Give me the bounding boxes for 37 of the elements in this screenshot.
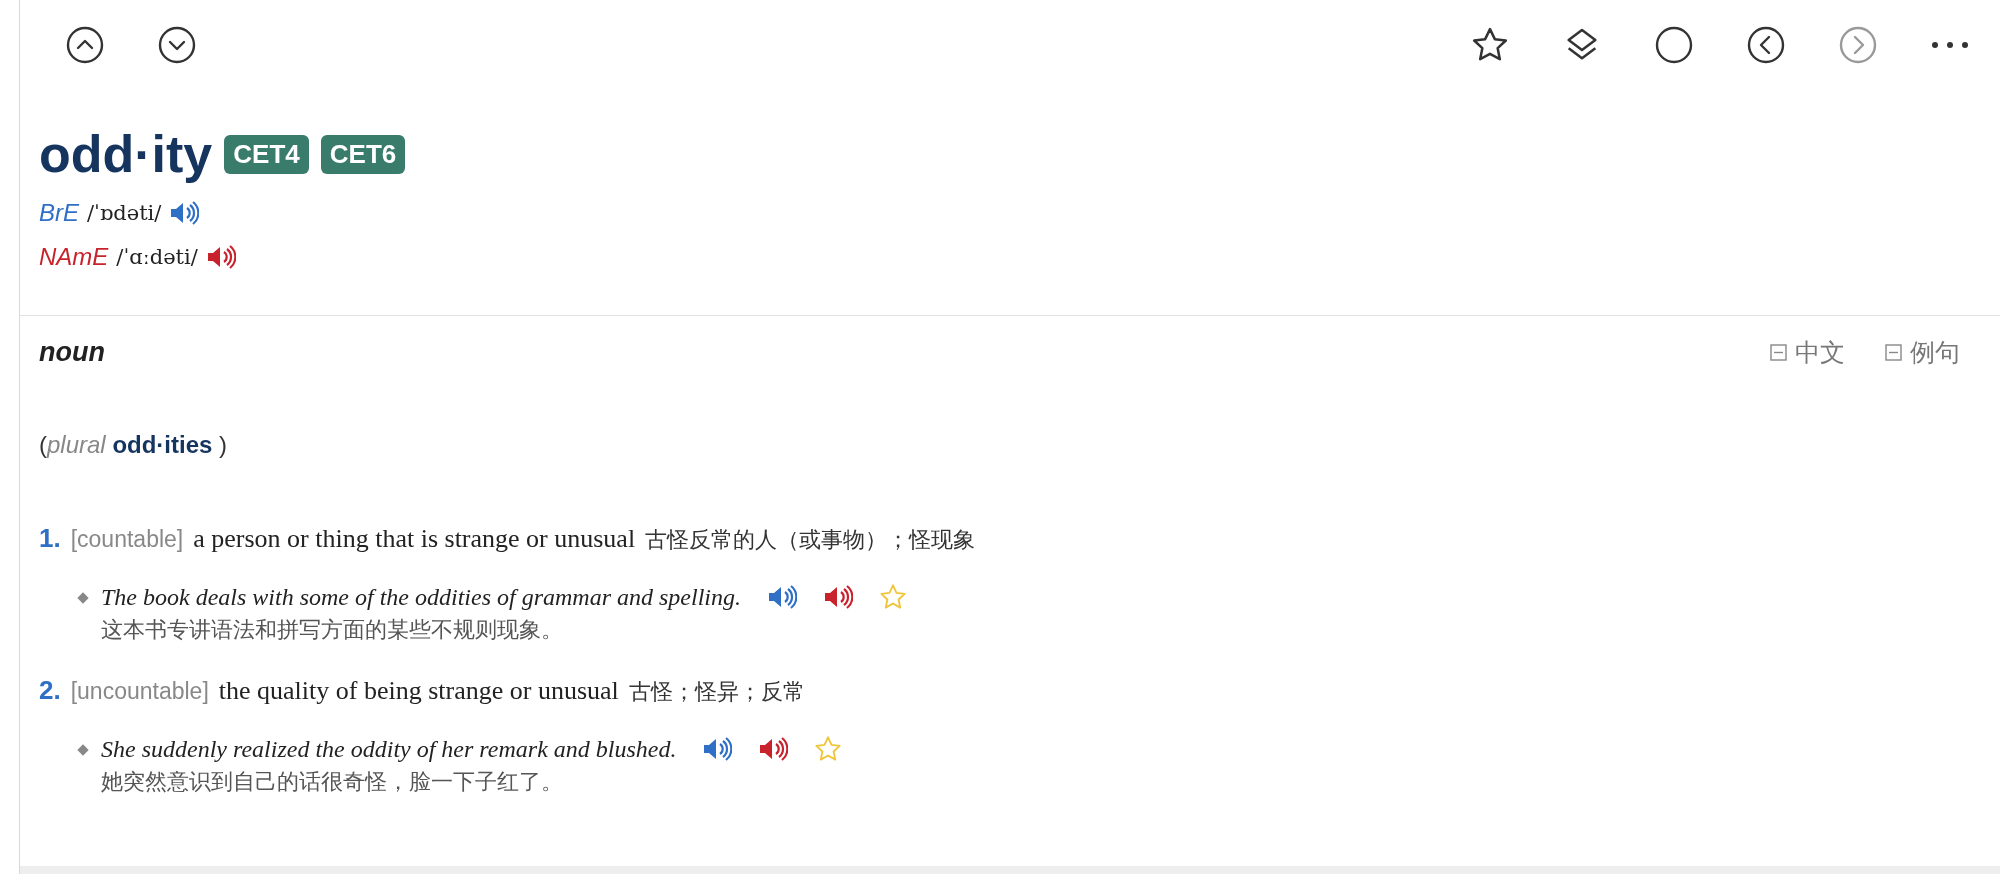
example-sentence: The book deals with some of the oddities of grammar and spelling. xyxy=(101,583,741,611)
phonetic-text: /ˈɑːdəti/ xyxy=(116,245,198,270)
definition-translation: 古怪；怪异；反常 xyxy=(628,678,805,707)
accent-label: NAmE xyxy=(39,243,109,272)
headword: odd·ity xyxy=(39,126,213,184)
definition-text: the quality of being strange or unusual xyxy=(218,676,619,707)
definition-text: a person or thing that is strange or unusual xyxy=(193,524,636,555)
example-sentence: She suddenly realized the oddity of her remark and blushed. xyxy=(101,735,677,763)
previous-entry-button[interactable] xyxy=(65,25,105,65)
back-button[interactable] xyxy=(1746,25,1786,65)
sense-number: 1. xyxy=(39,523,61,555)
star-icon[interactable] xyxy=(879,583,907,612)
bullet-icon xyxy=(77,592,89,604)
grammar-label: [uncountable] xyxy=(70,678,209,706)
level-tag: CET6 xyxy=(320,135,406,175)
speaker-icon[interactable] xyxy=(702,736,733,763)
definition-translation: 古怪反常的人（或事物）；怪现象 xyxy=(645,526,976,555)
speaker-icon[interactable] xyxy=(205,244,236,271)
phonetic-text: /ˈɒdəti/ xyxy=(87,201,162,226)
section-toggle[interactable]: 例句 xyxy=(1885,336,1960,370)
next-entry-button[interactable] xyxy=(157,25,197,65)
plural-form: (plural odd·ities ) xyxy=(39,431,229,460)
grammar-label: [countable] xyxy=(70,526,184,554)
star-icon[interactable] xyxy=(814,735,843,764)
accent-label: BrE xyxy=(39,199,79,228)
bullet-icon xyxy=(77,744,89,756)
part-of-speech: noun xyxy=(39,337,105,369)
level-tag: CET4 xyxy=(224,135,309,175)
speaker-icon[interactable] xyxy=(767,584,797,611)
speaker-icon[interactable] xyxy=(169,200,200,227)
example-translation: 这本书专讲语法和拼写方面的某些不规则现象。 xyxy=(101,616,564,645)
circle-icon[interactable] xyxy=(1654,25,1694,65)
speaker-icon[interactable] xyxy=(823,584,853,611)
speaker-icon[interactable] xyxy=(758,736,789,763)
section-toggle[interactable]: 中文 xyxy=(1770,336,1845,370)
sense-number: 2. xyxy=(39,675,61,707)
example-translation: 她突然意识到自己的话很奇怪，脸一下子红了。 xyxy=(101,768,564,797)
